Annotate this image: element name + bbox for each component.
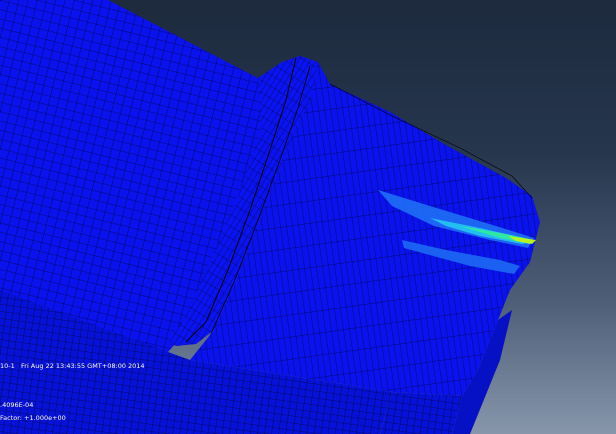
deformation-factor-label: Factor: +1.000e+00	[0, 414, 66, 422]
increment-label: .4096E-04	[0, 401, 33, 409]
fem-model-viewport[interactable]: 10-1 Fri Aug 22 13:43:55 GMT+08:00 2014 …	[0, 0, 616, 434]
step-label: 10-1	[0, 362, 15, 370]
timestamp-label: Fri Aug 22 13:43:55 GMT+08:00 2014	[21, 362, 145, 370]
